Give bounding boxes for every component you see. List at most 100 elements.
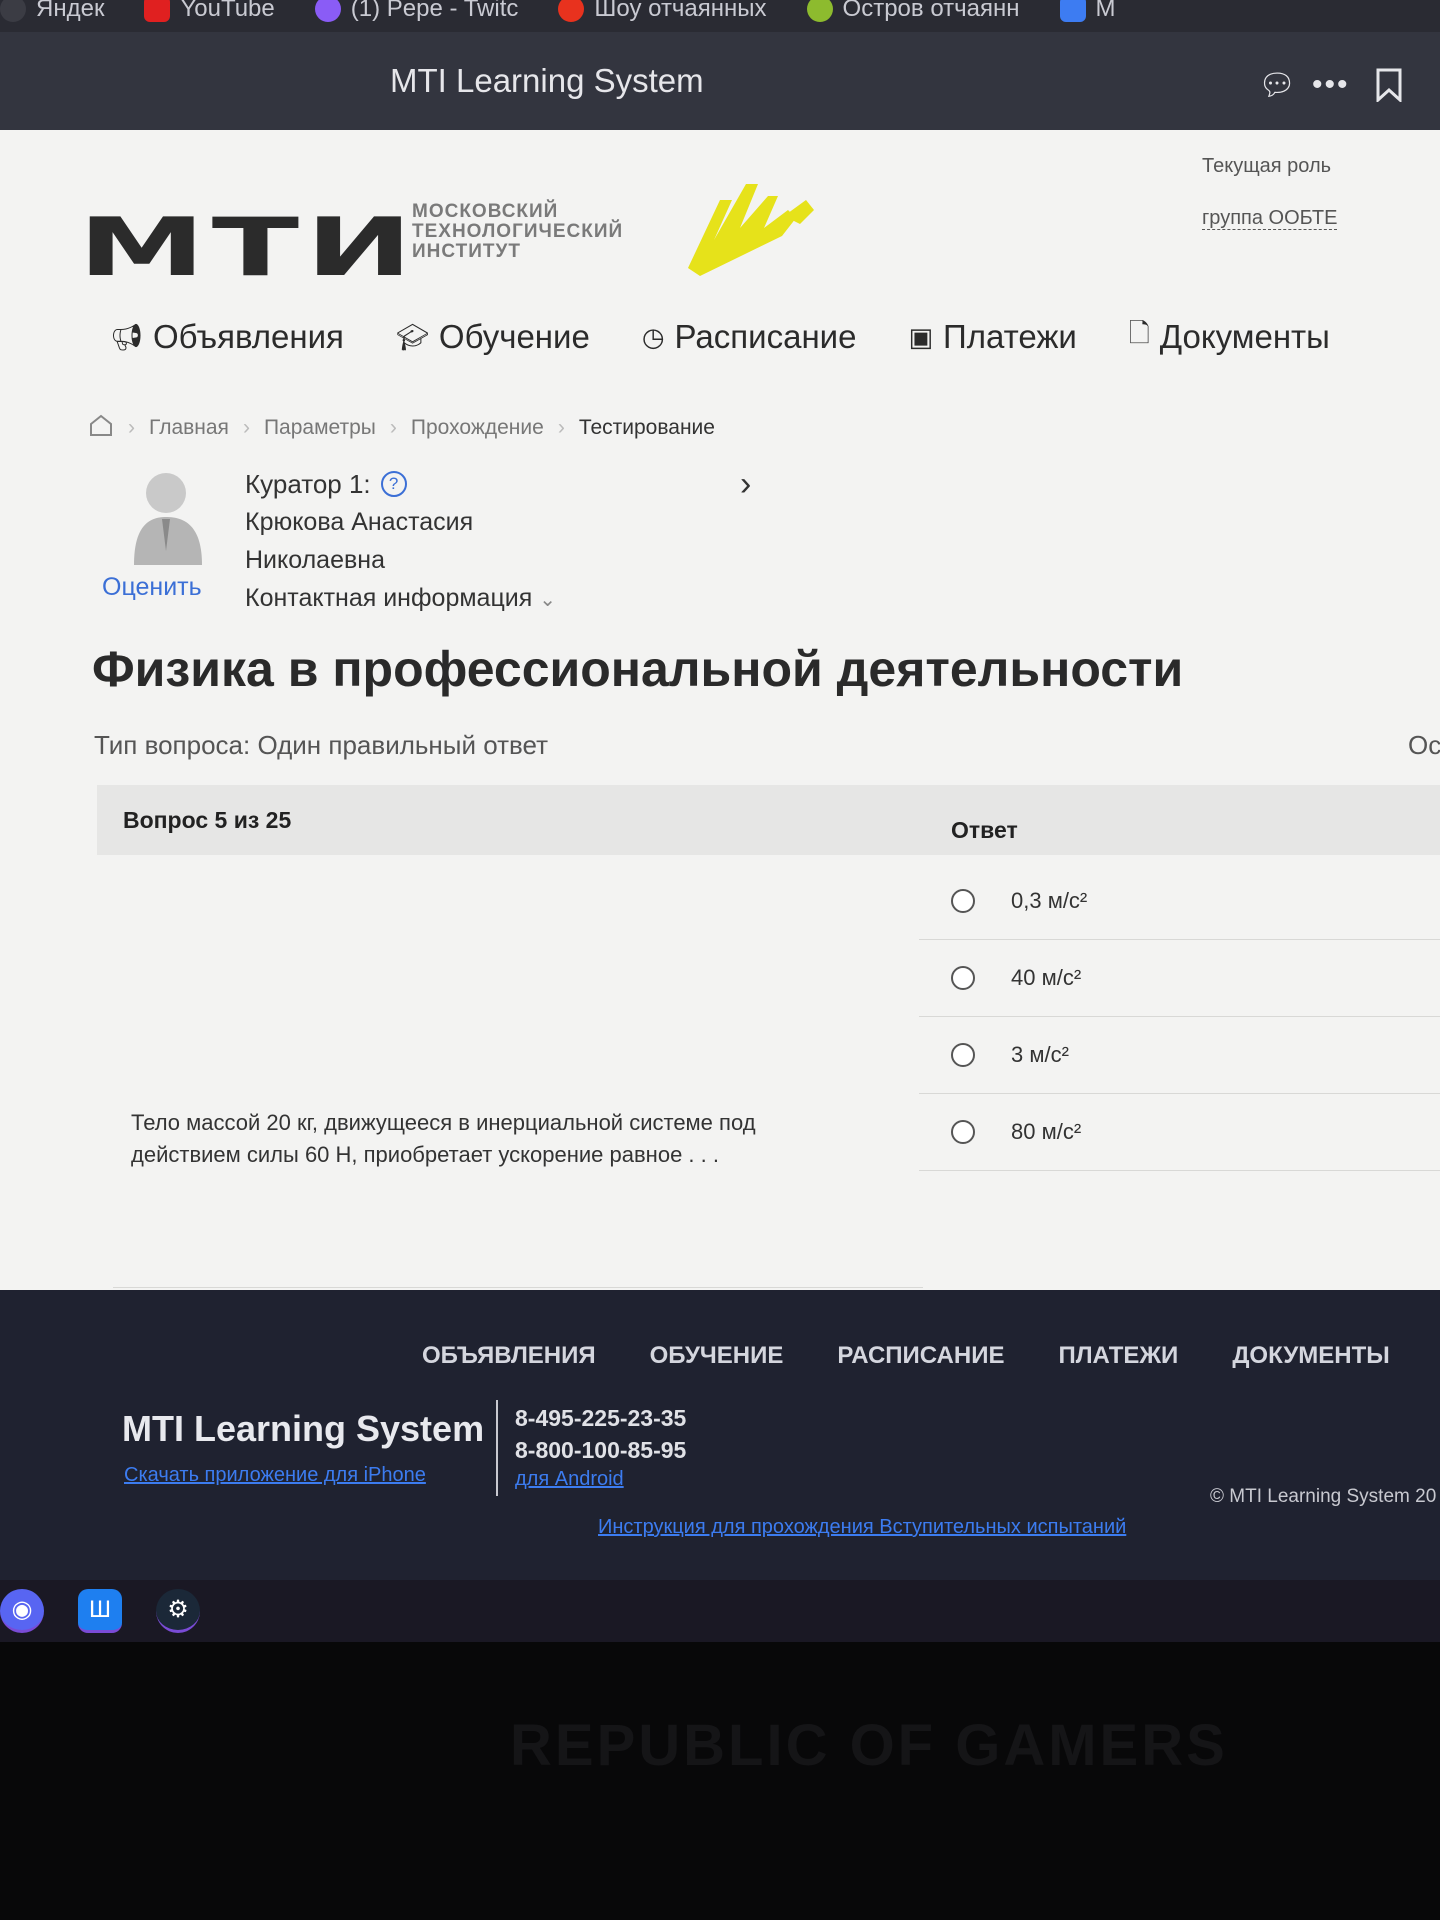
answer-option[interactable]: 80 м/с² — [919, 1094, 1440, 1171]
chevron-right-icon[interactable]: › — [740, 465, 751, 504]
site-footer: ОБЪЯВЛЕНИЯ ОБУЧЕНИЕ РАСПИСАНИЕ ПЛАТЕЖИ Д… — [0, 1290, 1440, 1580]
answer-list: 0,3 м/с² 40 м/с² 3 м/с² 80 м/с² — [919, 863, 1440, 1171]
answer-header: Ответ — [951, 817, 1018, 843]
chevron-right-icon: › — [128, 416, 135, 439]
answer-option[interactable]: 40 м/с² — [919, 940, 1440, 1017]
question-type-right: Ос — [1408, 730, 1440, 760]
footer-link-learning[interactable]: ОБУЧЕНИЕ — [650, 1342, 784, 1370]
document-icon: 🗋 — [1128, 318, 1150, 348]
os-taskbar: ◉ Ш ⚙︎ — [0, 1580, 1440, 1642]
rate-link[interactable]: Оценить — [102, 573, 202, 602]
footer-nav: ОБЪЯВЛЕНИЯ ОБУЧЕНИЕ РАСПИСАНИЕ ПЛАТЕЖИ Д… — [422, 1342, 1390, 1370]
bezel-brand-text: REPUBLIC OF GAMERS — [510, 1713, 1228, 1778]
logo-mark-icon — [688, 180, 838, 285]
phone-number[interactable]: 8-800-100-85-95 — [515, 1434, 686, 1466]
iphone-app-link[interactable]: Скачать приложение для iPhone — [124, 1464, 426, 1487]
help-icon[interactable]: ? — [380, 471, 407, 497]
logo-abbr: МТИ — [78, 201, 420, 294]
nav-item-documents[interactable]: 🗋 Документы — [1129, 315, 1330, 359]
browser-tab[interactable]: Остров отчаянн — [806, 0, 1020, 23]
table-divider — [113, 1287, 923, 1288]
youtube-icon — [144, 0, 171, 22]
translate-icon[interactable]: 💬︎ — [1258, 68, 1296, 103]
browser-tab[interactable]: М — [1059, 0, 1116, 23]
question-text: Тело массой 20 кг, движущееся в инерциал… — [131, 1110, 756, 1167]
graduation-cap-icon: 🎓︎ — [395, 321, 429, 352]
copyright: © MTI Learning System 20 — [1210, 1486, 1437, 1507]
footer-link-schedule[interactable]: РАСПИСАНИЕ — [837, 1342, 1004, 1370]
chevron-right-icon: › — [557, 416, 565, 439]
nav-item-learning[interactable]: 🎓︎ Обучение — [396, 315, 590, 359]
kinopoisk-icon — [806, 0, 833, 22]
more-icon[interactable]: ••• — [1312, 68, 1350, 102]
contact-info-toggle[interactable]: Контактная информация ⌄ — [245, 579, 556, 619]
breadcrumb-current: Тестирование — [578, 416, 715, 439]
tab-label: Остров отчаянн — [842, 0, 1020, 22]
course-title: Физика в профессиональной деятельности — [92, 641, 1184, 697]
footer-link-documents[interactable]: ДОКУМЕНТЫ — [1232, 1342, 1389, 1370]
footer-phones: 8-495-225-23-35 8-800-100-85-95 — [515, 1402, 686, 1466]
phone-number[interactable]: 8-495-225-23-35 — [515, 1402, 686, 1434]
android-app-link[interactable]: для Android — [515, 1468, 624, 1491]
logo-line: ТЕХНОЛОГИЧЕСКИЙ — [412, 221, 624, 242]
tab-label: Шоу отчаянных — [594, 0, 767, 22]
app-icon[interactable]: Ш — [78, 1589, 122, 1633]
nav-label: Расписание — [674, 318, 857, 355]
chevron-down-icon: ⌄ — [539, 589, 556, 611]
nav-label: Платежи — [943, 318, 1077, 355]
nav-item-announcements[interactable]: 📢︎ Объявления — [110, 315, 344, 359]
curator-panel: Оценить Куратор 1: ? Крюкова Анастасия Н… — [100, 465, 1440, 625]
radio-button[interactable] — [951, 1043, 975, 1067]
browser-tab[interactable]: Шоу отчаянных — [558, 0, 767, 23]
steam-icon[interactable]: ⚙︎ — [156, 1589, 200, 1633]
radio-button[interactable] — [951, 889, 975, 913]
bookmark-icon[interactable] — [1374, 68, 1404, 110]
breadcrumb: › Главная › Параметры › Прохождение › Те… — [88, 413, 715, 443]
laptop-bezel: REPUBLIC OF GAMERS — [0, 1642, 1440, 1920]
page-title: MTI Learning System — [390, 62, 704, 99]
instructions-link[interactable]: Инструкция для прохождения Вступительных… — [598, 1516, 1126, 1539]
footer-link-payments[interactable]: ПЛАТЕЖИ — [1058, 1342, 1178, 1370]
discord-icon[interactable]: ◉ — [0, 1589, 44, 1633]
curator-name: Крюкова Анастасия — [245, 508, 474, 536]
browser-tab[interactable]: (1) Pepe - Twitc — [314, 0, 519, 23]
radio-button[interactable] — [951, 1120, 975, 1144]
logo-subtitle: МОСКОВСКИЙ ТЕХНОЛОГИЧЕСКИЙ ИНСТИТУТ — [412, 202, 623, 262]
footer-brand: MTI Learning System — [122, 1408, 485, 1449]
logo-line: ИНСТИТУТ — [412, 241, 521, 262]
breadcrumb-progress[interactable]: Прохождение — [411, 416, 544, 440]
table-header: Вопрос 5 из 25 Ответ — [97, 785, 1440, 855]
logo-line: МОСКОВСКИЙ — [412, 201, 559, 222]
nav-item-payments[interactable]: ▣ Платежи — [908, 315, 1076, 359]
nav-label: Документы — [1159, 318, 1330, 355]
main-nav: 📢︎ Объявления 🎓︎ Обучение ◷ Расписание ▣ Пла… — [110, 315, 1330, 359]
radio-button[interactable] — [951, 966, 975, 990]
tab-label: (1) Pepe - Twitc — [350, 0, 519, 22]
footer-link-announcements[interactable]: ОБЪЯВЛЕНИЯ — [422, 1342, 596, 1370]
yandex-icon — [0, 0, 26, 22]
contact-info-label: Контактная информация — [245, 584, 533, 612]
megaphone-icon: 📢︎ — [110, 321, 144, 352]
chevron-right-icon: › — [242, 416, 250, 439]
role-group-link[interactable]: группа ООБТЕ — [1202, 207, 1338, 230]
browser-tab[interactable]: YouTube — [144, 0, 275, 23]
twitch-icon — [314, 0, 341, 22]
yandex-icon — [558, 0, 585, 22]
breadcrumb-home[interactable]: Главная — [149, 416, 229, 440]
page-content: МТИ МОСКОВСКИЙ ТЕХНОЛОГИЧЕСКИЙ ИНСТИТУТ … — [0, 130, 1440, 1290]
chevron-right-icon: › — [389, 416, 397, 439]
home-icon[interactable] — [88, 413, 114, 443]
answer-option[interactable]: 3 м/с² — [919, 1017, 1440, 1094]
breadcrumb-params[interactable]: Параметры — [264, 416, 376, 440]
avatar — [128, 465, 208, 565]
question-header: Вопрос 5 из 25 — [123, 807, 292, 833]
nav-item-schedule[interactable]: ◷ Расписание — [642, 315, 857, 359]
curator-title-row: Куратор 1: ? — [245, 465, 556, 503]
browser-title-bar: MTI Learning System 💬︎ ••• — [0, 32, 1440, 130]
answer-option[interactable]: 0,3 м/с² — [919, 863, 1440, 940]
browser-tab-strip: Яндек YouTube (1) Pepe - Twitc Шоу отчая… — [0, 0, 1440, 32]
question-type: Тип вопроса: Один правильный ответ — [94, 730, 549, 760]
browser-tab[interactable]: Яндек — [0, 0, 104, 23]
nav-label: Обучение — [438, 318, 590, 355]
curator-info: Куратор 1: ? Крюкова Анастасия Николаевн… — [245, 465, 556, 619]
